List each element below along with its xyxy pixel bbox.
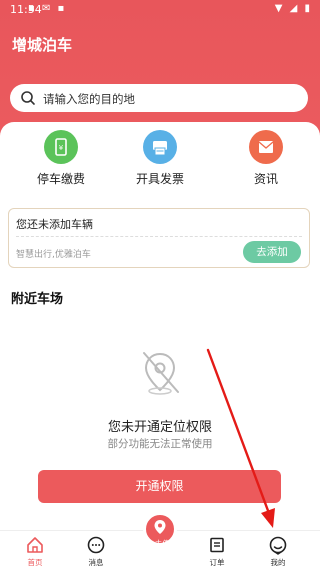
- main-card: ¥ 停车缴费 开具发票 资讯 您还未添加车辆 智慧出行,优雅泊车 去添加 附近车…: [0, 122, 320, 532]
- tab-label: 订单: [209, 558, 225, 567]
- enable-permission-button[interactable]: 开通权限: [38, 470, 281, 503]
- vehicle-card: 您还未添加车辆 智慧出行,优雅泊车 去添加: [8, 208, 310, 268]
- orders-icon: [207, 535, 227, 555]
- tab-label: 消息: [88, 558, 104, 567]
- go-park-bubble: 去停车: [143, 512, 177, 548]
- invoice-printer-icon: [143, 130, 177, 164]
- tab-mine[interactable]: 我的: [253, 531, 303, 570]
- feature-label: 停车缴费: [36, 172, 85, 186]
- tab-label: 去停车: [154, 539, 178, 548]
- divider: [16, 236, 302, 237]
- home-icon: [25, 535, 45, 555]
- feature-label: 开具发票: [135, 172, 184, 186]
- search-placeholder: 请输入您的目的地: [43, 92, 135, 106]
- tab-orders[interactable]: 订单: [192, 531, 242, 570]
- vehicle-title: 您还未添加车辆: [16, 218, 93, 231]
- tab-label: 我的: [270, 558, 286, 567]
- app-title: 增城泊车: [12, 36, 73, 54]
- svg-text:¥: ¥: [59, 144, 64, 152]
- tab-go-park[interactable]: 去停车: [140, 512, 180, 569]
- tab-home[interactable]: 首页: [10, 531, 60, 570]
- vehicle-subtitle: 智慧出行,优雅泊车: [16, 250, 91, 260]
- notification-icons: ▪ ✉ ▪: [28, 3, 67, 14]
- search-icon: [20, 90, 36, 110]
- feature-invoice[interactable]: 开具发票: [110, 130, 210, 190]
- tab-label: 首页: [27, 558, 43, 567]
- status-bar: 11:54 ▪ ✉ ▪ ▼ ◢ ▮: [0, 0, 320, 20]
- nearby-parking-heading: 附近车场: [11, 292, 64, 307]
- news-envelope-icon: [249, 130, 283, 164]
- search-bar[interactable]: 请输入您的目的地: [10, 84, 308, 112]
- location-disabled-icon: [138, 348, 182, 402]
- add-vehicle-button[interactable]: 去添加: [243, 241, 301, 263]
- parking-fee-icon: ¥: [44, 130, 78, 164]
- feature-label: 资讯: [253, 172, 278, 186]
- user-face-icon: [268, 535, 288, 555]
- feature-parking-payment[interactable]: ¥ 停车缴费: [11, 130, 111, 190]
- message-icon: [86, 535, 106, 555]
- signal-battery-icons: ▼ ◢ ▮: [274, 3, 312, 14]
- feature-news[interactable]: 资讯: [216, 130, 316, 190]
- tab-messages[interactable]: 消息: [71, 531, 121, 570]
- location-permission-title: 您未开通定位权限: [107, 420, 212, 435]
- location-permission-subtitle: 部分功能无法正常使用: [107, 438, 213, 450]
